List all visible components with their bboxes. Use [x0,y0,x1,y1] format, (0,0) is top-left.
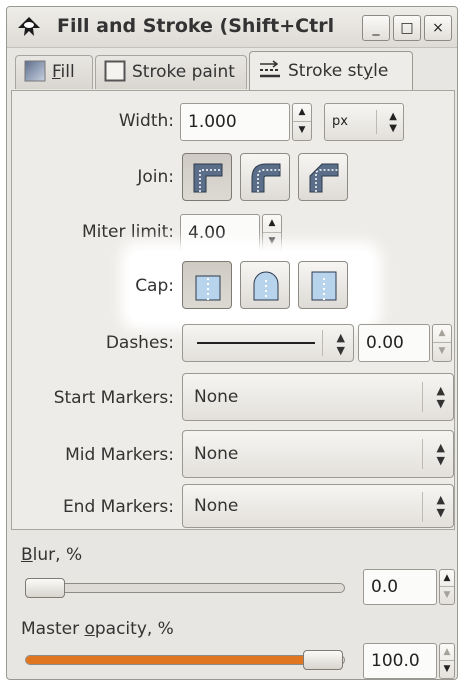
start-markers-value: None [194,387,239,407]
maximize-icon: □ [400,20,414,36]
start-markers-label: Start Markers: [53,388,174,408]
blur-slider-handle[interactable] [25,578,65,598]
minimize-icon: _ [372,20,380,36]
cap-square-button[interactable] [298,261,348,309]
spin-down-icon[interactable]: ▼ [293,122,311,140]
cap-butt-button[interactable] [182,261,232,309]
dash-offset-spinner[interactable]: ▲ ▼ [432,324,452,362]
blur-label-mnemonic: B [21,545,33,565]
fill-and-stroke-dialog: Fill and Stroke (Shift+Ctrl _ □ × Fill S… [6,6,458,680]
tab-stroke-paint[interactable]: Stroke paint [95,55,247,89]
opacity-label-text: pacity, % [94,619,174,639]
tab-bar: Fill Stroke paint Stroke style [11,51,455,91]
opacity-label-pre: Master [21,619,85,639]
spin-up-icon[interactable]: ▲ [440,570,454,587]
fill-swatch-icon [24,60,46,81]
width-label: Width: [118,111,174,131]
inkscape-logo-icon [18,17,40,36]
miter-limit-input[interactable]: 4.00 [180,214,260,252]
dash-pattern-solid [197,342,315,344]
dashes-select[interactable]: ▲ ▼ [182,324,354,362]
opacity-slider-handle[interactable] [303,650,343,670]
blur-label: Blur, % [21,545,82,565]
combo-arrows-icon: ▲ ▼ [436,441,445,467]
join-miter-button[interactable] [182,153,232,201]
master-opacity-label: Master opacity, % [21,619,174,639]
opacity-value-input[interactable]: 100.0 [363,643,437,679]
dashes-select-separator [322,330,323,356]
mid-markers-select[interactable]: None ▲ ▼ [182,430,454,478]
blur-value-input[interactable]: 0.0 [363,569,437,605]
bevel-join-icon [309,163,339,193]
join-bevel-button[interactable] [298,153,348,201]
spin-down-icon[interactable]: ▼ [440,587,454,604]
spin-up-icon[interactable]: ▲ [293,104,311,122]
close-icon: × [432,20,444,36]
maximize-button[interactable]: □ [393,15,421,41]
stroke-style-icon [260,59,280,77]
width-spinner[interactable]: ▲ ▼ [292,103,312,141]
tab-stroke-paint-label: Stroke paint [132,62,235,82]
tab-stroke-style-suffix: le [373,61,389,81]
dash-offset-input[interactable]: 0.00 [358,324,430,362]
miter-join-icon [193,163,223,193]
window-title: Fill and Stroke (Shift+Ctrl [57,15,335,37]
tab-fill-label: ill [60,62,75,82]
tab-stroke-style-mnemonic: y [363,61,374,81]
tab-fill[interactable]: Fill [15,55,93,89]
opacity-slider-fill [26,656,306,664]
width-input[interactable]: 1.000 [180,103,290,141]
miter-limit-spinner[interactable]: ▲ ▼ [262,214,282,252]
unit-select-arrows-icon: ▲ ▼ [389,111,397,134]
opacity-label-mnemonic: o [84,619,95,639]
blur-label-text: lur, % [32,545,83,565]
end-markers-value: None [194,496,239,516]
opacity-spinner[interactable]: ▲ ▼ [439,643,455,679]
stroke-paint-swatch-icon [104,60,126,81]
unit-select-separator [376,110,377,134]
butt-cap-icon [195,275,221,301]
combo-separator [422,492,423,522]
end-markers-label: End Markers: [62,497,174,517]
square-cap-icon [311,271,337,301]
spin-up-icon[interactable]: ▲ [433,325,451,343]
cap-label: Cap: [135,276,174,296]
start-markers-select[interactable]: None ▲ ▼ [182,373,454,421]
tab-fill-mnemonic: F [52,62,61,82]
spin-down-icon[interactable]: ▼ [263,233,281,251]
cap-round-button[interactable] [240,261,290,309]
combo-separator [422,439,423,469]
unit-value: px [332,114,348,129]
combo-separator [422,382,423,412]
close-button[interactable]: × [424,15,452,41]
unit-select[interactable]: px ▲ ▼ [324,103,404,141]
minimize-button[interactable]: _ [362,15,390,41]
tab-stroke-style-prefix: Stroke st [288,61,364,81]
combo-arrows-icon: ▲ ▼ [436,493,445,519]
combo-arrows-icon: ▲ ▼ [436,384,445,410]
mid-markers-value: None [194,444,239,464]
stroke-style-panel: Width: 1.000 ▲ ▼ px ▲ ▼ Join: Miter limi… [11,90,455,530]
miter-limit-label: Miter limit: [81,222,174,242]
dashes-select-arrows-icon: ▲ ▼ [336,331,345,357]
join-round-button[interactable] [240,153,290,201]
title-bar[interactable]: Fill and Stroke (Shift+Ctrl _ □ × [7,7,457,48]
round-cap-icon [253,271,279,301]
blur-spinner[interactable]: ▲ ▼ [439,569,455,605]
spin-down-icon[interactable]: ▼ [433,343,451,361]
end-markers-select[interactable]: None ▲ ▼ [182,484,454,528]
tab-stroke-style[interactable]: Stroke style [249,51,413,91]
round-join-icon [251,163,281,193]
spin-down-icon[interactable]: ▼ [440,661,454,678]
spin-up-icon[interactable]: ▲ [440,644,454,661]
mid-markers-label: Mid Markers: [65,445,174,465]
spin-up-icon[interactable]: ▲ [263,215,281,233]
dashes-label: Dashes: [105,333,174,353]
blur-slider-track[interactable] [25,583,345,593]
join-label: Join: [137,167,174,187]
